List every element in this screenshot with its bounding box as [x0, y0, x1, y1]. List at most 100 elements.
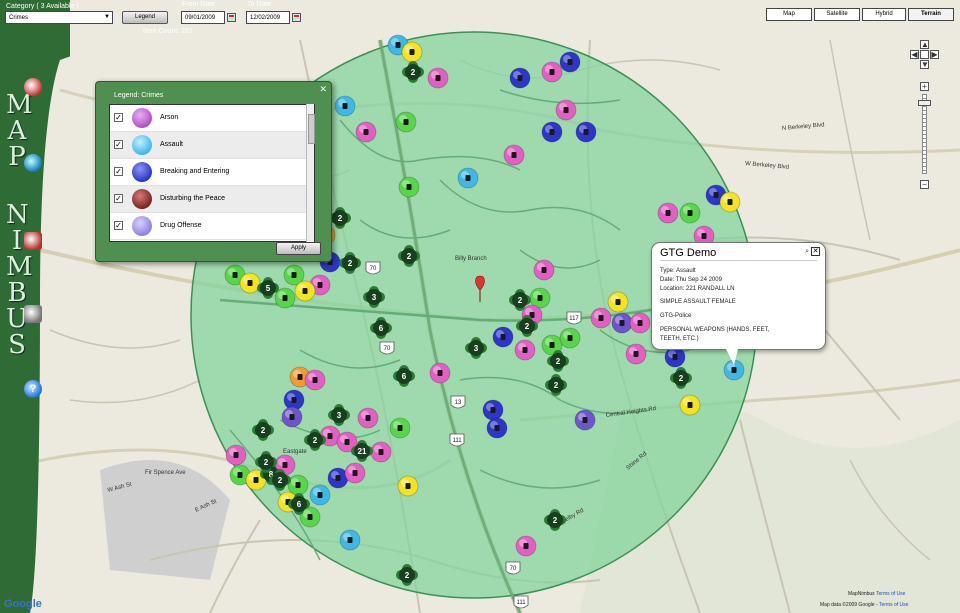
crime-marker[interactable] — [355, 121, 377, 143]
brand-logo: M A P N I M B U S — [0, 60, 50, 610]
from-date-input[interactable]: 09/01/2009 — [181, 11, 225, 24]
crime-marker[interactable] — [590, 307, 612, 329]
crime-marker[interactable] — [574, 409, 596, 431]
legend-checkbox[interactable]: ✓ — [114, 167, 123, 176]
pan-left-icon[interactable]: ◀ — [910, 50, 919, 59]
pan-up-icon[interactable]: ▲ — [920, 40, 929, 49]
pan-down-icon[interactable]: ▼ — [920, 60, 929, 69]
crime-marker[interactable] — [334, 95, 356, 117]
crime-marker[interactable] — [370, 441, 392, 463]
cluster-count: 2 — [554, 381, 559, 390]
info-window-divider — [660, 260, 817, 261]
crime-marker[interactable] — [397, 475, 419, 497]
crime-marker[interactable] — [344, 462, 366, 484]
crime-marker[interactable] — [719, 191, 741, 213]
crime-marker[interactable] — [679, 202, 701, 224]
crime-marker[interactable] — [357, 407, 379, 429]
legend-item-assault[interactable]: ✓ Assault — [110, 132, 308, 159]
legend-checkbox[interactable]: ✓ — [114, 221, 123, 230]
pan-center-icon[interactable] — [920, 50, 929, 59]
map-type-hybrid-button[interactable]: Hybrid — [862, 8, 906, 21]
crime-marker[interactable] — [559, 327, 581, 349]
crime-marker[interactable] — [281, 406, 303, 428]
help-icon[interactable]: ? — [24, 380, 42, 398]
apply-button[interactable]: Apply — [276, 242, 321, 255]
map-type-terrain-button[interactable]: Terrain — [908, 8, 954, 21]
map-label: Fir Spence Ave — [145, 470, 186, 476]
crime-marker[interactable] — [509, 67, 531, 89]
crime-marker[interactable] — [533, 259, 555, 281]
crime-marker[interactable] — [304, 369, 326, 391]
crime-marker[interactable] — [486, 417, 508, 439]
close-icon[interactable]: ✕ — [811, 247, 820, 256]
legend-item-breaking-and-entering[interactable]: ✓ Breaking and Entering — [110, 159, 308, 186]
svg-text:117: 117 — [569, 316, 579, 322]
crime-marker[interactable] — [515, 535, 537, 557]
crime-marker[interactable] — [625, 343, 647, 365]
crime-marker[interactable] — [492, 326, 514, 348]
crime-marker[interactable] — [239, 272, 261, 294]
zoom-in-icon[interactable]: + — [920, 82, 929, 91]
crime-marker[interactable] — [225, 444, 247, 466]
map-type-map-button[interactable]: Map — [766, 8, 812, 21]
crime-marker[interactable] — [541, 121, 563, 143]
legend-checkbox[interactable]: ✓ — [114, 113, 123, 122]
crime-marker[interactable] — [607, 291, 629, 313]
crime-marker[interactable] — [482, 399, 504, 421]
legend-scrollbar[interactable] — [306, 104, 315, 242]
crime-marker[interactable] — [398, 176, 420, 198]
zoom-slider-handle[interactable] — [918, 100, 931, 106]
zoom-control[interactable]: ▲ ◀ ▶ ▼ + − — [906, 40, 946, 200]
zoom-slider-track[interactable] — [922, 94, 927, 174]
print-icon[interactable] — [24, 305, 42, 323]
layers-icon[interactable] — [24, 232, 42, 250]
crime-marker[interactable] — [309, 484, 331, 506]
crime-marker[interactable] — [514, 339, 536, 361]
zoom-out-icon[interactable]: − — [920, 180, 929, 189]
crime-marker[interactable] — [294, 280, 316, 302]
crime-marker[interactable] — [575, 121, 597, 143]
crime-marker[interactable] — [629, 312, 651, 334]
crime-marker[interactable] — [457, 167, 479, 189]
zoom-to-icon[interactable]: ⌕ — [805, 248, 809, 256]
crime-marker[interactable] — [541, 61, 563, 83]
home-icon[interactable] — [24, 78, 42, 96]
legend-list[interactable]: ✓ Arson ✓ Assault ✓ Breaking and Enterin… — [109, 104, 315, 242]
crime-marker[interactable] — [664, 346, 686, 368]
crime-marker[interactable] — [287, 474, 309, 496]
crime-marker[interactable] — [339, 529, 361, 551]
google-logo[interactable]: Google — [4, 598, 42, 610]
crime-marker[interactable] — [395, 111, 417, 133]
legend-item-arson[interactable]: ✓ Arson — [110, 105, 308, 132]
crime-marker[interactable] — [611, 312, 633, 334]
terms-of-use-link[interactable]: Terms of Use — [876, 591, 905, 597]
crime-marker[interactable] — [429, 362, 451, 384]
globe-icon[interactable] — [24, 154, 42, 172]
crime-marker[interactable] — [503, 144, 525, 166]
cluster-count: 2 — [278, 476, 283, 485]
crime-marker[interactable] — [657, 202, 679, 224]
legend-checkbox[interactable]: ✓ — [114, 194, 123, 203]
info-window[interactable]: GTG Demo ⌕ ✕ Type: Assault Date: Thu Sep… — [651, 242, 826, 350]
to-date-input[interactable]: 12/02/2009 — [246, 11, 290, 24]
info-window-tail — [726, 349, 738, 365]
terms-of-use-link[interactable]: Terms of Use — [879, 602, 908, 608]
close-icon[interactable]: ✕ — [319, 84, 327, 95]
legend-checkbox[interactable]: ✓ — [114, 140, 123, 149]
category-label: Category ( 3 Available ) — [6, 3, 79, 10]
calendar-icon[interactable] — [227, 13, 236, 22]
map-type-satellite-button[interactable]: Satellite — [814, 8, 860, 21]
category-select[interactable]: Crimes ▼ — [5, 11, 113, 24]
legend-item-drug-offense[interactable]: ✓ Drug Offense — [110, 213, 308, 240]
crime-marker[interactable] — [389, 417, 411, 439]
pan-right-icon[interactable]: ▶ — [930, 50, 939, 59]
crime-marker[interactable] — [555, 99, 577, 121]
calendar-icon[interactable] — [292, 13, 301, 22]
crime-marker[interactable] — [427, 67, 449, 89]
legend-item-disturbing-the-peace[interactable]: ✓ Disturbing the Peace — [110, 186, 308, 213]
legend-button[interactable]: Legend — [122, 11, 168, 24]
crime-marker[interactable] — [559, 51, 581, 73]
crime-marker[interactable] — [679, 394, 701, 416]
legend-panel[interactable]: Legend: Crimes ✕ ✓ Arson ✓ Assault ✓ Bre… — [95, 81, 332, 262]
crime-marker[interactable] — [401, 41, 423, 63]
